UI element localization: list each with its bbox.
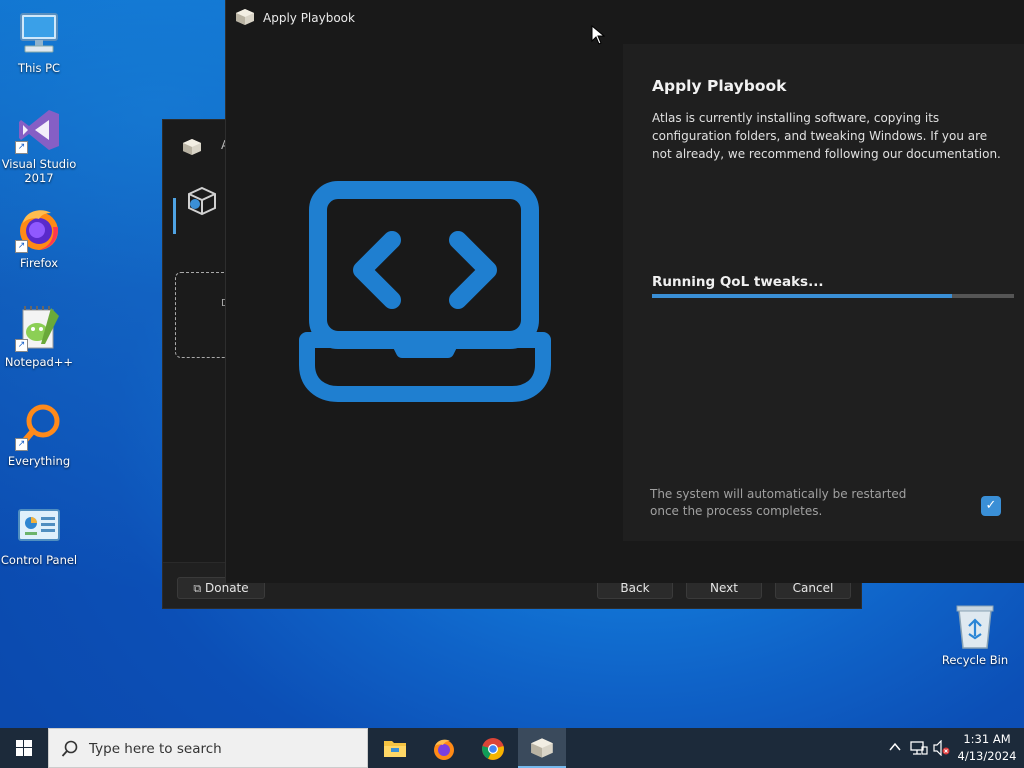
atlas-box-icon xyxy=(235,8,255,26)
network-icon[interactable] xyxy=(910,740,928,756)
restart-checkbox[interactable]: ✓ xyxy=(981,496,1001,516)
windows-logo-icon xyxy=(16,740,32,756)
progress-panel: Apply Playbook Atlas is currently instal… xyxy=(623,44,1024,541)
mouse-cursor-icon xyxy=(591,24,606,45)
firefox-icon xyxy=(434,739,454,760)
folder-icon xyxy=(384,741,406,757)
apply-playbook-window[interactable]: Apply Playbook Apply Playbook Atlas is c… xyxy=(225,0,1024,583)
show-hidden-icons-chevron-icon[interactable] xyxy=(887,740,903,756)
atlas-box-icon xyxy=(531,738,553,758)
desktop-icon-firefox[interactable]: ↗ Firefox xyxy=(0,205,78,270)
desktop-icon-label: Visual Studio 2017 xyxy=(1,157,77,185)
search-placeholder: Type here to search xyxy=(89,741,222,757)
taskbar-atlas-installer[interactable] xyxy=(518,728,566,768)
panel-description: Atlas is currently installing software, … xyxy=(652,111,1001,161)
desktop-icon-notepadpp[interactable]: ↗ Notepad++ xyxy=(0,304,78,369)
desktop-icon-this-pc[interactable]: This PC xyxy=(0,10,78,75)
external-link-icon: ⧉ xyxy=(193,582,202,595)
playbook-cube-icon[interactable] xyxy=(187,186,217,216)
restart-note: The system will automatically be restart… xyxy=(650,487,907,518)
laptop-code-icon xyxy=(298,180,552,404)
visual-studio-icon: ↗ xyxy=(15,106,63,154)
taskbar-search-box[interactable]: Type here to search xyxy=(48,728,368,768)
desktop-icon-visual-studio[interactable]: ↗ Visual Studio 2017 xyxy=(0,106,78,185)
desktop-icon-everything[interactable]: ↗ Everything xyxy=(0,403,78,468)
control-panel-icon xyxy=(15,502,63,550)
notepadpp-icon: ↗ xyxy=(15,304,63,352)
search-icon xyxy=(61,740,79,758)
everything-search-icon: ↗ xyxy=(15,403,63,451)
atlas-box-icon xyxy=(182,138,202,156)
progress-status: Running QoL tweaks... xyxy=(652,274,824,290)
progress-bar-fill xyxy=(652,294,953,298)
desktop-icon-recycle-bin[interactable]: Recycle Bin xyxy=(938,602,1012,667)
window-titlebar[interactable]: Apply Playbook xyxy=(226,0,1024,36)
checkmark-icon: ✓ xyxy=(985,498,997,513)
start-button[interactable] xyxy=(0,728,48,768)
shortcut-arrow-icon: ↗ xyxy=(15,438,28,451)
desktop-icon-label: This PC xyxy=(17,61,61,75)
desktop-icon-label: Everything xyxy=(7,454,71,468)
this-pc-icon xyxy=(15,10,63,58)
system-clock[interactable]: 1:31 AM 4/13/2024 xyxy=(954,731,1020,765)
firefox-icon: ↗ xyxy=(15,205,63,253)
taskbar-firefox[interactable] xyxy=(420,728,468,768)
volume-muted-icon[interactable] xyxy=(933,739,950,757)
shortcut-arrow-icon: ↗ xyxy=(15,240,28,253)
recycle-bin-icon xyxy=(951,602,999,650)
desktop-icon-label: Firefox xyxy=(19,256,59,270)
taskbar-file-explorer[interactable] xyxy=(371,728,419,768)
window-title: Apply Playbook xyxy=(263,11,355,25)
clock-date: 4/13/2024 xyxy=(957,749,1017,763)
desktop-icon-label: Control Panel xyxy=(0,553,78,567)
chrome-icon xyxy=(482,738,504,760)
clock-time: 1:31 AM xyxy=(963,732,1011,746)
taskbar-chrome[interactable] xyxy=(469,728,517,768)
desktop-icon-label: Recycle Bin xyxy=(941,653,1009,667)
nav-selection-indicator xyxy=(173,198,176,234)
panel-heading: Apply Playbook xyxy=(652,77,787,95)
desktop-icon-label: Notepad++ xyxy=(4,355,74,369)
donate-label: Donate xyxy=(205,581,249,595)
shortcut-arrow-icon: ↗ xyxy=(15,141,28,154)
taskbar: Type here to search 1:31 AM 4/13/2024 xyxy=(0,728,1024,768)
shortcut-arrow-icon: ↗ xyxy=(15,339,28,352)
progress-bar xyxy=(652,294,1014,298)
desktop-icon-control-panel[interactable]: Control Panel xyxy=(0,502,78,567)
